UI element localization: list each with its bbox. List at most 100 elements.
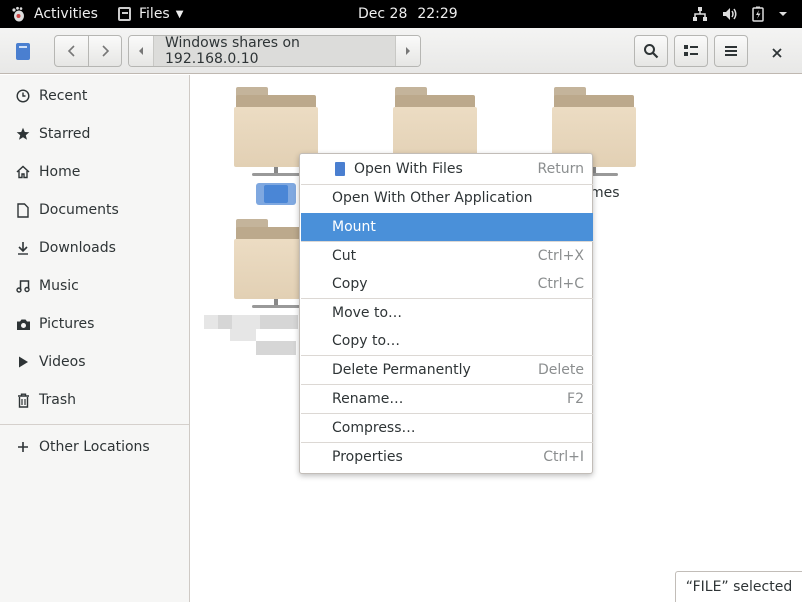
app-menu[interactable]: Files ▼ (118, 0, 183, 28)
hamburger-icon (725, 46, 737, 56)
selection-status: “FILE” selected (675, 571, 802, 602)
menu-item-copy[interactable]: Copy Ctrl+C (301, 270, 593, 298)
menu-item-accelerator: Delete (538, 362, 584, 378)
sidebar-item-label: Documents (39, 202, 119, 218)
sidebar-item-label: Trash (39, 392, 76, 408)
sidebar-item-label: Other Locations (39, 439, 150, 455)
camera-icon (15, 316, 31, 332)
menu-item-accelerator: Ctrl+C (537, 276, 584, 292)
menu-item-label: Copy to… (332, 333, 401, 349)
path-current-location[interactable]: Windows shares on 192.168.0.10 (154, 36, 395, 66)
selected-file-label[interactable] (256, 183, 296, 205)
sidebar-item-label: Home (39, 164, 81, 180)
chevron-right-icon (102, 45, 110, 57)
menu-item-accelerator: F2 (567, 391, 584, 407)
menu-item-delete-permanently[interactable]: Delete Permanently Delete (301, 356, 593, 384)
sidebar-item-label: Pictures (39, 316, 95, 332)
caret-down-icon: ▼ (175, 8, 184, 20)
triangle-right-icon (406, 47, 410, 55)
system-tray[interactable] (692, 0, 788, 28)
sidebar-item-label: Music (39, 278, 79, 294)
context-menu: Open With Files Return Open With Other A… (299, 153, 593, 474)
clock-time: 22:29 (417, 6, 458, 22)
trash-icon (15, 392, 31, 408)
path-scroll-right-button[interactable] (395, 36, 420, 66)
search-icon (644, 44, 659, 59)
menu-item-label: Compress… (332, 420, 416, 436)
menu-item-rename[interactable]: Rename… F2 (301, 385, 593, 413)
plus-icon (15, 439, 31, 455)
menu-item-mount[interactable]: Mount (301, 213, 593, 241)
activities-button[interactable]: Activities (10, 0, 98, 28)
sidebar-item-trash[interactable]: Trash (0, 383, 189, 417)
hamburger-menu-button[interactable] (714, 35, 748, 67)
path-scroll-left-button[interactable] (129, 36, 154, 66)
menu-item-label: Open With Files (354, 161, 463, 177)
redacted-label (204, 315, 218, 329)
menu-item-move-to[interactable]: Move to… (301, 299, 593, 327)
menu-item-properties[interactable]: Properties Ctrl+I (301, 443, 593, 471)
sidebar-item-recent[interactable]: Recent (0, 79, 189, 113)
clock-icon (15, 88, 31, 104)
redacted-label (232, 315, 260, 329)
menu-item-open-with-files[interactable]: Open With Files Return (301, 155, 593, 183)
folder-label: mes (590, 185, 620, 201)
sidebar: Recent Starred Home Documents Downloads … (0, 75, 190, 602)
sidebar-item-starred[interactable]: Starred (0, 117, 189, 151)
close-window-button[interactable] (766, 42, 788, 64)
sidebar-item-downloads[interactable]: Downloads (0, 231, 189, 265)
files-app-icon (16, 43, 30, 60)
menu-item-label: Copy (332, 276, 368, 292)
menu-item-copy-to[interactable]: Copy to… (301, 327, 593, 355)
sidebar-item-videos[interactable]: Videos (0, 345, 189, 379)
clock[interactable]: Dec 28 22:29 (358, 0, 458, 28)
sidebar-item-label: Videos (39, 354, 86, 370)
list-view-icon (684, 45, 698, 56)
top-bar: Activities Files ▼ Dec 28 22:29 (0, 0, 802, 28)
video-icon (15, 354, 31, 370)
sidebar-item-home[interactable]: Home (0, 155, 189, 189)
redacted-label (256, 341, 296, 355)
system-menu-caret-icon (779, 12, 787, 16)
sidebar-item-music[interactable]: Music (0, 269, 189, 303)
music-icon (15, 278, 31, 294)
sidebar-item-label: Downloads (39, 240, 116, 256)
sidebar-item-documents[interactable]: Documents (0, 193, 189, 227)
menu-item-label: Move to… (332, 305, 403, 321)
sidebar-item-label: Recent (39, 88, 88, 104)
chevron-left-icon (67, 45, 75, 57)
clock-date: Dec 28 (358, 6, 408, 22)
menu-item-label: Open With Other Application (332, 190, 533, 206)
home-icon (15, 164, 31, 180)
redacted-label (260, 315, 298, 329)
back-button[interactable] (54, 35, 89, 67)
sidebar-item-pictures[interactable]: Pictures (0, 307, 189, 341)
sidebar-separator (0, 424, 189, 425)
view-toggle-button[interactable] (674, 35, 708, 67)
sidebar-item-other-locations[interactable]: Other Locations (0, 430, 189, 464)
menu-item-label: Delete Permanently (332, 362, 471, 378)
menu-item-accelerator: Ctrl+X (537, 248, 584, 264)
app-menu-label: Files (139, 6, 170, 22)
files-app-icon (335, 162, 345, 176)
menu-item-accelerator: Ctrl+I (543, 449, 584, 465)
redacted-label (230, 329, 256, 341)
document-icon (15, 202, 31, 218)
activities-label: Activities (34, 6, 98, 22)
header-bar: Windows shares on 192.168.0.10 (0, 28, 802, 74)
forward-button[interactable] (88, 35, 122, 67)
menu-item-label: Mount (332, 219, 376, 235)
network-icon (693, 7, 707, 21)
volume-icon (723, 8, 737, 20)
sidebar-item-label: Starred (39, 126, 91, 142)
menu-item-open-with-other-application[interactable]: Open With Other Application (301, 184, 593, 212)
menu-item-label: Rename… (332, 391, 404, 407)
search-button[interactable] (634, 35, 668, 67)
menu-item-cut[interactable]: Cut Ctrl+X (301, 242, 593, 270)
download-icon (15, 240, 31, 256)
star-icon (15, 126, 31, 142)
menu-item-compress[interactable]: Compress… (301, 414, 593, 442)
redacted-label (218, 315, 232, 329)
files-app-icon (118, 7, 131, 21)
path-bar[interactable]: Windows shares on 192.168.0.10 (128, 35, 421, 67)
